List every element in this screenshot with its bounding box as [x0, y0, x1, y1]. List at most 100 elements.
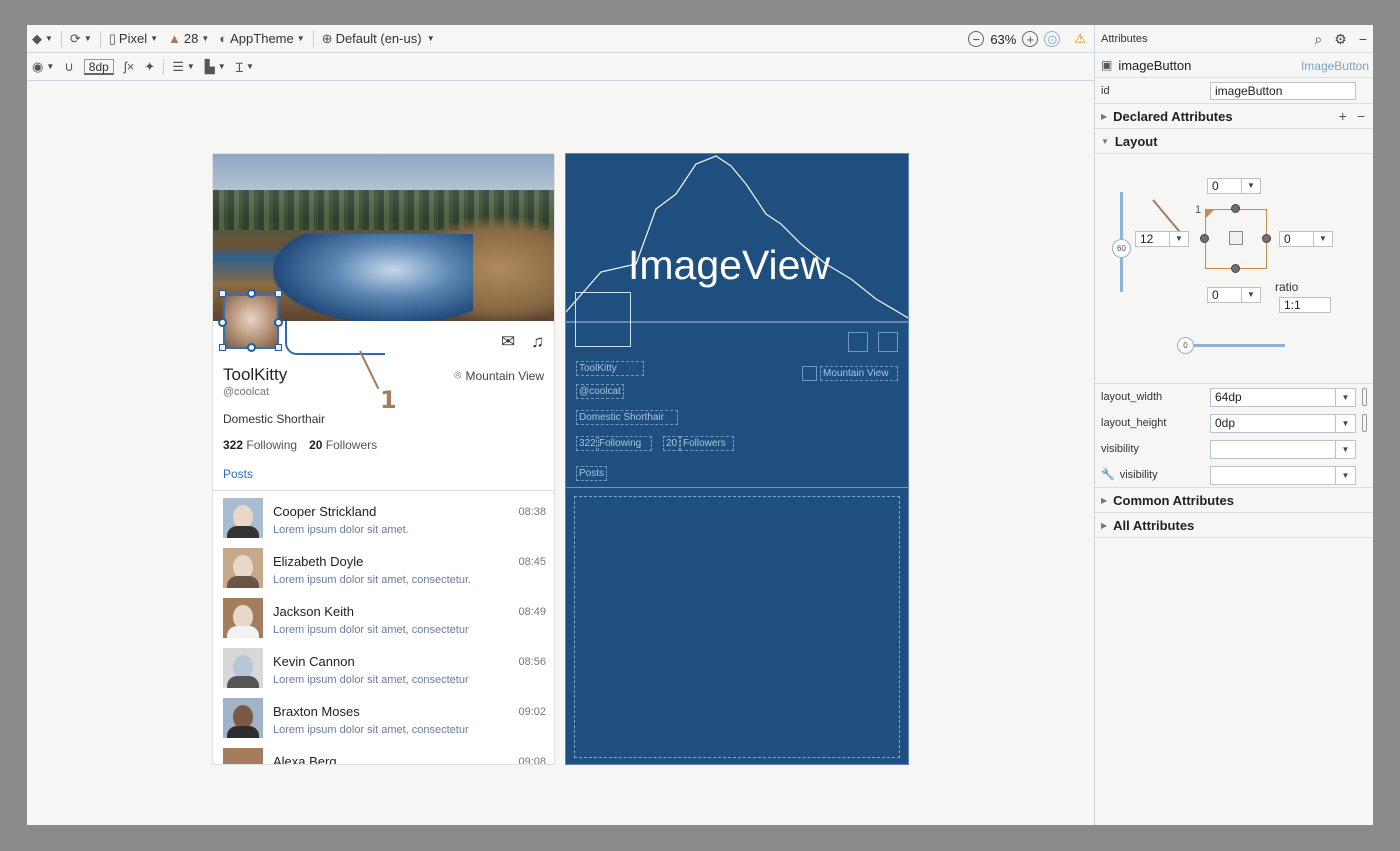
guideline-icon: Ɪ — [235, 59, 243, 75]
clear-constraints-button[interactable]: ʃ× — [119, 53, 139, 80]
infer-constraints-button[interactable]: ✦ — [139, 53, 160, 80]
bottom-constraint-handle[interactable] — [1231, 264, 1240, 273]
resize-handle[interactable] — [219, 290, 226, 297]
align-button[interactable]: ▙ ▼ — [200, 53, 231, 80]
left-constraint-handle[interactable] — [1200, 234, 1209, 243]
chevron-down-icon[interactable]: ▼ — [1335, 441, 1355, 458]
following-label-placeholder: Following — [596, 436, 652, 451]
avatar — [223, 598, 263, 638]
right-margin-dropdown[interactable]: ▼ — [1313, 231, 1333, 247]
layout-editor-window: ◆ ▼ ⟳ ▼ ▯ Pixel ▼ ▲ 28 ▼ ◐ AppTheme ▼ ⊕ De — [27, 25, 1373, 825]
tools-visibility-field[interactable]: ▼ — [1210, 466, 1356, 485]
post-time: 08:49 — [518, 606, 546, 618]
phone-icon: ▯ — [108, 30, 116, 46]
mail-icon[interactable]: ✉ — [501, 332, 515, 352]
vertical-bias-knob[interactable]: 60 — [1112, 239, 1131, 258]
layout-height-field[interactable]: 0dp ▼ — [1210, 414, 1356, 433]
resize-handle[interactable] — [275, 290, 282, 297]
ratio-corner-toggle[interactable] — [1205, 209, 1215, 219]
posts-list: Cooper Strickland Lorem ipsum dolor sit … — [213, 494, 554, 764]
chevron-down-icon[interactable]: ▼ — [1335, 415, 1355, 432]
list-item[interactable]: Cooper Strickland Lorem ipsum dolor sit … — [213, 494, 554, 544]
declared-attributes-section[interactable]: ▶ Declared Attributes + − — [1095, 104, 1373, 129]
warning-icon[interactable]: ⚠ — [1074, 31, 1086, 47]
device-selector[interactable]: ▯ Pixel ▼ — [104, 25, 163, 52]
layout-section[interactable]: ▼ Layout — [1095, 129, 1373, 154]
image-button-icon: ▣ — [1101, 58, 1113, 72]
add-icon[interactable]: + — [1339, 108, 1347, 124]
selected-button-outline — [575, 292, 631, 347]
list-item[interactable]: Alexa Berg 09:08 — [213, 744, 554, 764]
notification-add-icon[interactable]: ♫ — [531, 332, 544, 352]
chevron-down-icon: ▼ — [296, 34, 305, 43]
left-margin-dropdown[interactable]: ▼ — [1169, 231, 1189, 247]
bottom-margin-field[interactable]: 0 — [1207, 287, 1243, 303]
remove-icon[interactable]: − — [1357, 108, 1365, 124]
post-message: Lorem ipsum dolor sit amet. — [273, 524, 409, 536]
autoconnect-button[interactable]: ∪ — [59, 53, 79, 80]
search-icon[interactable]: ⌕ — [1314, 31, 1322, 48]
constraint-anchor[interactable] — [274, 318, 283, 327]
ratio-field[interactable]: 1:1 — [1279, 297, 1331, 313]
top-constraint-handle[interactable] — [1231, 204, 1240, 213]
pack-button[interactable]: ☰ ▼ — [167, 53, 200, 80]
avatar-image-button[interactable] — [223, 294, 279, 349]
list-item[interactable]: Elizabeth Doyle Lorem ipsum dolor sit am… — [213, 544, 554, 594]
all-attributes-section[interactable]: ▶ All Attributes — [1095, 513, 1373, 538]
view-options-button[interactable]: ◉ ▼ — [27, 53, 59, 80]
zoom-in-button[interactable]: + — [1022, 31, 1039, 47]
guidelines-button[interactable]: Ɪ ▼ — [231, 53, 259, 80]
following-stat: 322 Following — [223, 438, 297, 452]
resource-picker-button[interactable] — [1362, 414, 1367, 432]
layout-width-field[interactable]: 64dp ▼ — [1210, 388, 1356, 407]
top-margin-field[interactable]: 0 — [1207, 178, 1243, 194]
left-margin-field[interactable]: 12 — [1135, 231, 1171, 247]
theme-selector[interactable]: ◐ AppTheme ▼ — [214, 25, 309, 52]
design-surface-button[interactable]: ◆ ▼ — [27, 25, 58, 52]
minimize-icon[interactable]: − — [1359, 31, 1367, 48]
right-margin-field[interactable]: 0 — [1279, 231, 1315, 247]
resize-handle[interactable] — [275, 344, 282, 351]
orientation-button[interactable]: ⟳ ▼ — [65, 25, 97, 52]
resource-picker-button[interactable] — [1362, 388, 1367, 406]
chevron-down-icon: ▼ — [201, 34, 210, 43]
device-label: Pixel — [118, 31, 148, 46]
constraint-anchor[interactable] — [218, 318, 227, 327]
id-field[interactable]: imageButton — [1210, 82, 1356, 100]
panel-header: Attributes ⌕ ⚙ − — [1095, 25, 1373, 53]
toolbar-divider — [60, 30, 62, 47]
common-attributes-section[interactable]: ▶ Common Attributes — [1095, 488, 1373, 513]
location-placeholder: Mountain View — [820, 366, 898, 381]
layout-width-row: layout_width 64dp ▼ — [1095, 384, 1373, 410]
blueprint-divider — [566, 487, 908, 488]
chevron-down-icon[interactable]: ▼ — [1335, 467, 1355, 484]
horizontal-bias-slider[interactable] — [1185, 344, 1285, 347]
top-margin-dropdown[interactable]: ▼ — [1241, 178, 1261, 194]
location: ⌾ Mountain View — [454, 368, 544, 383]
constraint-anchor[interactable] — [247, 289, 256, 298]
bottom-margin-dropdown[interactable]: ▼ — [1241, 287, 1261, 303]
avatar — [223, 548, 263, 588]
blueprint-surface[interactable]: ImageView ToolKitty @coolcat Mountain Vi… — [565, 153, 909, 765]
rotate-icon: ⟳ — [69, 30, 81, 46]
api-level-label: 28 — [183, 31, 199, 46]
list-item[interactable]: Kevin Cannon Lorem ipsum dolor sit amet,… — [213, 644, 554, 694]
visibility-field[interactable]: ▼ — [1210, 440, 1356, 459]
chevron-down-icon[interactable]: ▼ — [1335, 389, 1355, 406]
tab-posts[interactable]: Posts — [223, 467, 253, 481]
constraint-anchor[interactable] — [247, 343, 256, 352]
list-item[interactable]: Braxton Moses Lorem ipsum dolor sit amet… — [213, 694, 554, 744]
right-constraint-handle[interactable] — [1262, 234, 1271, 243]
toolbar-divider — [99, 30, 101, 47]
resize-handle[interactable] — [219, 344, 226, 351]
gear-icon[interactable]: ⚙ — [1334, 31, 1347, 48]
horizontal-bias-knob[interactable]: 0 — [1177, 337, 1194, 354]
locale-selector[interactable]: ⊕ Default (en-us) ▼ — [317, 25, 440, 52]
zoom-to-fit-button[interactable]: ⊙ — [1044, 31, 1061, 47]
default-margin-button[interactable]: 8dp — [79, 53, 119, 80]
zoom-out-button[interactable]: − — [968, 31, 985, 47]
panel-tools: ⌕ ⚙ − — [1314, 31, 1367, 48]
design-surface[interactable]: 1 ✉ ♫ ToolKitty @coolcat ⌾ Mountain View… — [212, 153, 555, 765]
api-level-selector[interactable]: ▲ 28 ▼ — [163, 25, 214, 52]
list-item[interactable]: Jackson Keith Lorem ipsum dolor sit amet… — [213, 594, 554, 644]
